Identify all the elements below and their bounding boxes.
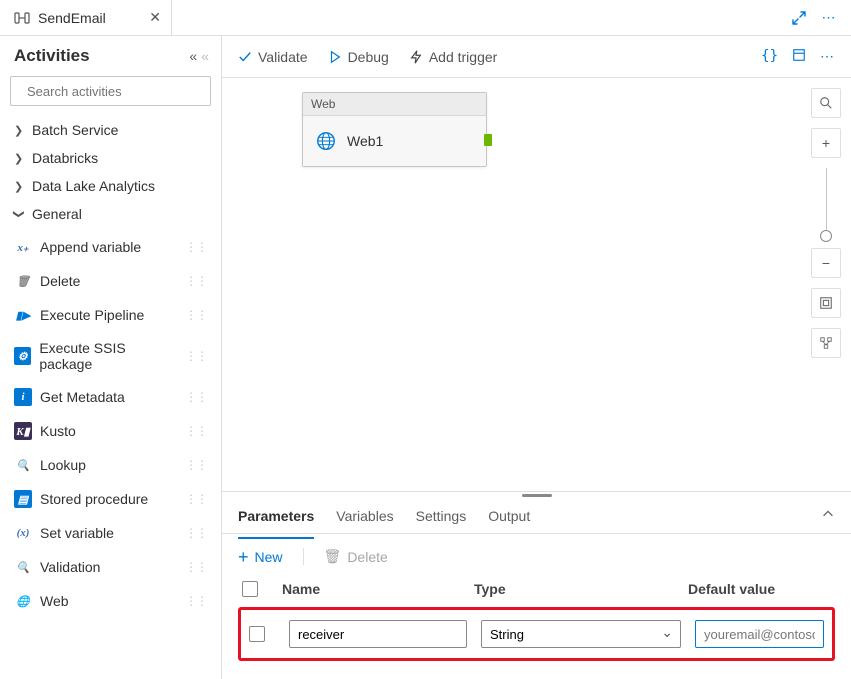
sidebar-title: Activities bbox=[14, 46, 90, 66]
column-header-name: Name bbox=[282, 581, 460, 597]
collapse-panel-icon[interactable] bbox=[821, 507, 835, 524]
activity-icon: 🌐 bbox=[14, 592, 32, 610]
activity-label: Execute Pipeline bbox=[40, 307, 144, 323]
activity-item[interactable]: (x) Set variable ⋮⋮ bbox=[8, 518, 213, 548]
drag-grip-icon: ⋮⋮ bbox=[185, 424, 207, 438]
activity-label: Append variable bbox=[40, 239, 141, 255]
column-header-default: Default value bbox=[688, 581, 831, 597]
zoom-slider[interactable] bbox=[811, 168, 841, 238]
expand-icon[interactable] bbox=[791, 10, 807, 26]
tab-settings[interactable]: Settings bbox=[416, 502, 467, 530]
activity-label: Kusto bbox=[40, 423, 76, 439]
add-trigger-button[interactable]: Add trigger bbox=[409, 49, 497, 65]
highlighted-row bbox=[238, 607, 835, 661]
zoom-out-button[interactable]: − bbox=[811, 248, 841, 278]
close-icon[interactable]: ✕ bbox=[149, 9, 161, 26]
drag-grip-icon: ⋮⋮ bbox=[185, 560, 207, 574]
delete-parameter-button: 🗑 Delete bbox=[303, 548, 388, 565]
category-databricks[interactable]: ❯Databricks bbox=[0, 144, 221, 172]
activity-icon: ▤ bbox=[14, 490, 32, 508]
pipeline-tab-title: SendEmail bbox=[38, 10, 106, 26]
new-parameter-button[interactable]: + New bbox=[238, 549, 283, 565]
properties-icon[interactable] bbox=[792, 48, 806, 65]
canvas-toolbar: Validate Debug Add trigger {} ⋯ bbox=[222, 36, 851, 78]
drag-grip-icon: ⋮⋮ bbox=[185, 349, 207, 363]
activity-label: Stored procedure bbox=[40, 491, 148, 507]
canvas-search-button[interactable] bbox=[811, 88, 841, 118]
parameter-name-input[interactable] bbox=[289, 620, 467, 648]
activity-icon: K▮ bbox=[14, 422, 32, 440]
node-success-connector[interactable] bbox=[484, 134, 492, 146]
activity-icon: (x) bbox=[14, 524, 32, 542]
globe-icon bbox=[315, 130, 337, 152]
activity-icon: i bbox=[14, 388, 32, 406]
validate-button[interactable]: Validate bbox=[238, 49, 308, 65]
activities-sidebar: Activities «« ❯Batch Service ❯Databricks… bbox=[0, 36, 222, 679]
parameter-row bbox=[249, 620, 824, 648]
more-icon[interactable]: ⋯ bbox=[820, 48, 835, 65]
drag-grip-icon: ⋮⋮ bbox=[185, 240, 207, 254]
category-batch-service[interactable]: ❯Batch Service bbox=[0, 116, 221, 144]
debug-button[interactable]: Debug bbox=[328, 49, 389, 65]
window-tab-bar: SendEmail ✕ ⋯ bbox=[0, 0, 851, 36]
activity-item[interactable]: 🔍 Lookup ⋮⋮ bbox=[8, 450, 213, 480]
activity-item[interactable]: 🌐 Web ⋮⋮ bbox=[8, 586, 213, 616]
fit-to-screen-button[interactable] bbox=[811, 288, 841, 318]
activity-node-web1[interactable]: Web Web1 bbox=[302, 92, 487, 167]
parameter-default-input[interactable] bbox=[695, 620, 824, 648]
drag-grip-icon: ⋮⋮ bbox=[185, 492, 207, 506]
activity-item[interactable]: x₊ Append variable ⋮⋮ bbox=[8, 232, 213, 262]
activity-label: Lookup bbox=[40, 457, 86, 473]
activity-icon: 🔍 bbox=[14, 558, 32, 576]
drag-grip-icon: ⋮⋮ bbox=[185, 390, 207, 404]
zoom-in-button[interactable]: + bbox=[811, 128, 841, 158]
activity-icon: x₊ bbox=[14, 238, 32, 256]
activity-icon: ⚙ bbox=[14, 347, 31, 365]
activity-label: Get Metadata bbox=[40, 389, 125, 405]
tab-output[interactable]: Output bbox=[488, 502, 530, 530]
activity-label: Execute SSIS package bbox=[39, 340, 177, 372]
activity-label: Validation bbox=[40, 559, 100, 575]
select-all-checkbox[interactable] bbox=[242, 581, 258, 597]
drag-grip-icon: ⋮⋮ bbox=[185, 308, 207, 322]
drag-grip-icon: ⋮⋮ bbox=[185, 458, 207, 472]
drag-grip-icon: ⋮⋮ bbox=[185, 526, 207, 540]
search-activities-input[interactable] bbox=[10, 76, 211, 106]
activity-item[interactable]: 🔍 Validation ⋮⋮ bbox=[8, 552, 213, 582]
drag-grip-icon: ⋮⋮ bbox=[185, 594, 207, 608]
activity-item[interactable]: ▮▶ Execute Pipeline ⋮⋮ bbox=[8, 300, 213, 330]
auto-align-button[interactable] bbox=[811, 328, 841, 358]
activity-label: Web bbox=[40, 593, 69, 609]
activity-label: Set variable bbox=[40, 525, 114, 541]
tab-parameters[interactable]: Parameters bbox=[238, 502, 314, 530]
node-name-label: Web1 bbox=[347, 133, 383, 149]
design-canvas[interactable]: Web Web1 + − bbox=[222, 78, 851, 491]
activity-icon: ▮▶ bbox=[14, 306, 32, 324]
trash-icon: 🗑 bbox=[324, 548, 342, 565]
pipeline-icon bbox=[14, 10, 30, 26]
collapse-icon[interactable]: «« bbox=[189, 48, 209, 64]
properties-panel: Parameters Variables Settings Output + N… bbox=[222, 491, 851, 679]
activity-icon: 🗑 bbox=[14, 272, 32, 290]
activity-item[interactable]: ▤ Stored procedure ⋮⋮ bbox=[8, 484, 213, 514]
category-data-lake-analytics[interactable]: ❯Data Lake Analytics bbox=[0, 172, 221, 200]
pipeline-tab[interactable]: SendEmail ✕ bbox=[0, 0, 172, 35]
tab-variables[interactable]: Variables bbox=[336, 502, 393, 530]
activity-item[interactable]: i Get Metadata ⋮⋮ bbox=[8, 382, 213, 412]
activity-label: Delete bbox=[40, 273, 80, 289]
category-general[interactable]: ❯General bbox=[0, 200, 221, 228]
column-header-type: Type bbox=[474, 581, 674, 597]
activity-item[interactable]: K▮ Kusto ⋮⋮ bbox=[8, 416, 213, 446]
row-checkbox[interactable] bbox=[249, 626, 265, 642]
node-type-label: Web bbox=[303, 93, 486, 116]
activity-item[interactable]: ⚙ Execute SSIS package ⋮⋮ bbox=[8, 334, 213, 378]
more-icon[interactable]: ⋯ bbox=[821, 10, 837, 26]
activity-icon: 🔍 bbox=[14, 456, 32, 474]
code-icon[interactable]: {} bbox=[761, 48, 778, 65]
drag-grip-icon: ⋮⋮ bbox=[185, 274, 207, 288]
activity-item[interactable]: 🗑 Delete ⋮⋮ bbox=[8, 266, 213, 296]
parameter-type-select[interactable] bbox=[481, 620, 681, 648]
